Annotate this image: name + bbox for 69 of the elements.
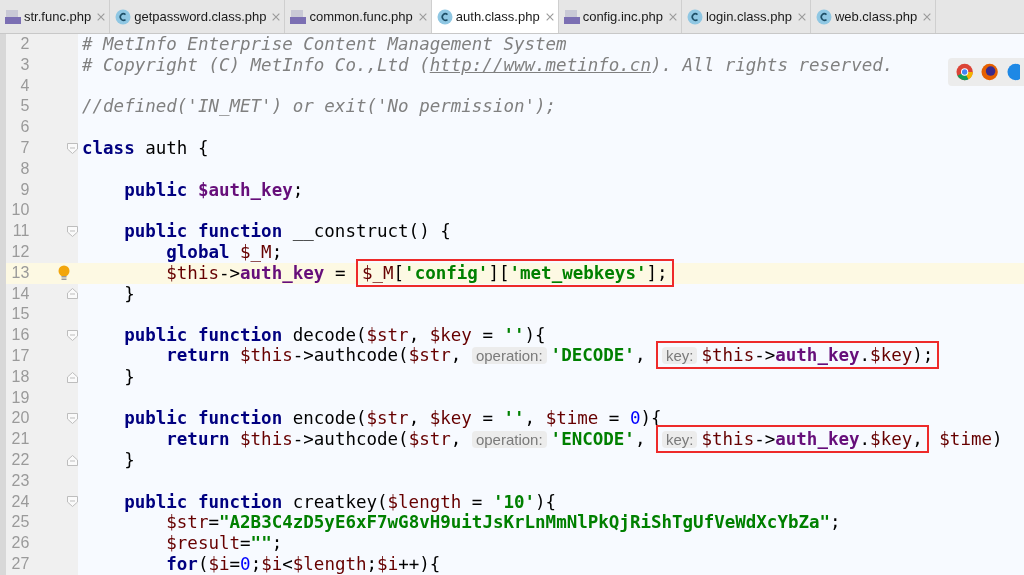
line-number: 26	[10, 533, 30, 554]
line-number: 24	[10, 491, 30, 512]
highlight-box: key: $this->auth_key.$key,	[655, 424, 929, 453]
line-number: 21	[10, 429, 30, 450]
line-number: 27	[10, 553, 30, 574]
highlight-box: $_M['config']['met_webkeys'];	[355, 258, 674, 287]
line-number: 6	[19, 117, 30, 138]
close-icon[interactable]	[922, 11, 933, 22]
php-file-icon	[290, 8, 307, 25]
fold-marker-icon[interactable]	[66, 496, 78, 508]
code-line: $str="A2B3C4zD5yE6xF7wG8vH9uitJsKrLnMmNlPkQjRiShTgUfVeWdXcYbZa";	[165, 512, 841, 534]
close-icon[interactable]	[417, 11, 428, 22]
line-number: 25	[10, 512, 30, 533]
fold-marker-icon[interactable]	[66, 371, 78, 383]
class-file-icon	[686, 8, 703, 25]
close-icon[interactable]	[796, 11, 807, 22]
line-number: 5	[19, 96, 30, 117]
code-line: global $_M;	[165, 241, 283, 263]
close-icon[interactable]	[96, 11, 107, 22]
lightbulb-icon[interactable]	[58, 265, 71, 282]
line-number: 10	[10, 200, 30, 221]
line-number: 12	[10, 241, 30, 262]
fold-marker-icon[interactable]	[66, 413, 78, 425]
code-line: }	[123, 449, 135, 471]
fold-marker-icon[interactable]	[66, 330, 78, 342]
line-number: 23	[10, 470, 30, 491]
line-number: 16	[10, 325, 30, 346]
line-number: 18	[10, 366, 30, 387]
line-number: 2	[19, 34, 30, 54]
line-number: 7	[19, 138, 30, 158]
file-tab[interactable]: auth.class.php	[431, 0, 559, 33]
code-line: # MetInfo Enterprise Content Management System	[82, 34, 567, 55]
line-number: 17	[10, 345, 30, 366]
code-line: # Copyright (C) MetInfo Co.,Ltd (http://www.metinfo.cn). All rights reserved.	[82, 54, 894, 76]
line-number: 3	[19, 54, 30, 75]
close-icon[interactable]	[667, 11, 678, 22]
line-number: 22	[10, 449, 30, 470]
close-icon[interactable]	[544, 11, 555, 22]
php-file-icon	[563, 8, 580, 25]
php-file-icon	[5, 8, 21, 25]
class-file-icon	[815, 8, 832, 25]
code-line: }	[123, 283, 135, 305]
line-number: 14	[10, 283, 30, 304]
line-number: 19	[10, 387, 30, 408]
code-line: }	[123, 366, 135, 388]
fold-marker-icon[interactable]	[66, 288, 78, 300]
line-number: 15	[10, 304, 30, 325]
code-line: public function creatkey($length = '10'){	[123, 491, 557, 513]
line-number: 11	[11, 221, 30, 242]
browser-icon[interactable]	[981, 63, 999, 81]
code-line: //defined('IN_MET') or exit('No permission');	[82, 96, 557, 118]
code-line: class auth {	[82, 138, 209, 159]
class-file-icon	[115, 8, 132, 25]
code-line: for($i=0;$i<$length;$i++){	[165, 553, 441, 575]
line-number: 4	[19, 75, 30, 96]
line-number: 20	[10, 408, 30, 429]
line-number: 9	[19, 179, 30, 200]
code-line: public function decode($str, $key = ''){	[123, 325, 546, 346]
highlight-box: key: $this->auth_key.$key);	[655, 341, 940, 370]
class-file-icon	[436, 8, 453, 25]
code-line: $result="";	[165, 533, 283, 554]
line-number: 13	[10, 262, 30, 283]
fold-marker-icon[interactable]	[66, 454, 78, 466]
fold-marker-icon[interactable]	[66, 142, 78, 154]
code-line: public $auth_key;	[123, 179, 304, 201]
fold-marker-icon[interactable]	[66, 226, 78, 238]
close-icon[interactable]	[271, 11, 282, 22]
code-line: public function __construct() {	[123, 221, 451, 242]
line-number: 8	[19, 158, 30, 179]
